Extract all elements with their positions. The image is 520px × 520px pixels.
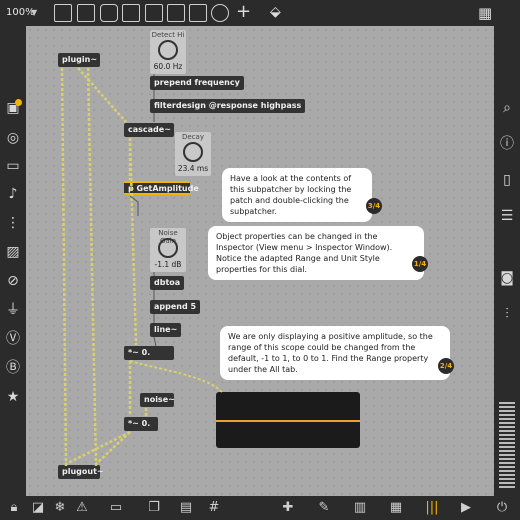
comment-icon[interactable]	[100, 4, 118, 22]
button-icon[interactable]	[145, 4, 163, 22]
meter-bars-icon[interactable]: |||	[424, 500, 440, 516]
columns-icon[interactable]: ▦	[388, 500, 404, 516]
toggle-icon[interactable]	[122, 4, 140, 22]
number-icon[interactable]	[167, 4, 185, 22]
play-icon[interactable]: ▶	[458, 500, 474, 516]
wrench-icon[interactable]: ✎	[316, 500, 332, 516]
plug-icon[interactable]: ⏚	[5, 302, 21, 318]
windows-icon[interactable]: ❐	[146, 500, 162, 516]
right-sidebar: ⌕ ⓘ ▯ ☰ ◙ ⫶	[494, 26, 520, 496]
warning-icon[interactable]: ⚠	[74, 500, 90, 516]
presentation-mode-icon[interactable]: ▭	[108, 500, 124, 516]
paint-icon[interactable]: ⬙	[270, 4, 281, 20]
align-icon[interactable]: ▤	[178, 500, 194, 516]
image-icon[interactable]: ▨	[5, 244, 21, 260]
message-icon[interactable]	[77, 4, 95, 22]
dial-icon[interactable]	[211, 4, 229, 22]
layout-icon[interactable]: ▭	[5, 158, 21, 174]
zoom-chevron-icon[interactable]: ▼	[31, 8, 37, 17]
presentation-icon[interactable]: ⋮	[5, 215, 21, 231]
camera-icon[interactable]: ◙	[499, 270, 515, 286]
note-icon[interactable]: ♪	[5, 186, 21, 202]
edit-icon[interactable]: ◪	[30, 500, 46, 516]
info-icon[interactable]: ⓘ	[499, 136, 515, 152]
new-object-icon[interactable]	[54, 4, 72, 22]
b-icon[interactable]: Ⓑ	[5, 360, 21, 376]
bottom-toolbar: 🔒︎ ◪ ❄ ⚠ ▭ ❐ ▤ # ✚ ✎ ▥ ▦ ||| ▶ ⏻	[0, 496, 520, 520]
target-icon[interactable]: ◎	[5, 130, 21, 146]
link-icon[interactable]: ⊘	[5, 273, 21, 289]
book-icon[interactable]: ▯	[499, 172, 515, 188]
top-toolbar: 100% ▼ + ⬙ ▦	[0, 0, 520, 26]
grid-snap-icon[interactable]: #	[206, 500, 222, 516]
snowflake-icon[interactable]: ❄	[52, 500, 68, 516]
star-icon[interactable]: ★	[5, 389, 21, 405]
search-icon[interactable]: ⌕	[499, 100, 515, 116]
grid-icon[interactable]: ▦	[478, 4, 492, 22]
lock-icon[interactable]: 🔒︎	[6, 500, 22, 516]
slider-icon[interactable]	[189, 4, 207, 22]
add-patch-icon[interactable]: ✚	[280, 500, 296, 516]
v-icon[interactable]: Ⓥ	[5, 331, 21, 347]
list-icon[interactable]: ☰	[499, 208, 515, 224]
sliders-icon[interactable]: ⫶	[499, 306, 515, 322]
badge-dot-icon	[15, 99, 22, 106]
left-sidebar: ▣ ◎ ▭ ♪ ⋮ ▨ ⊘ ⏚ Ⓥ Ⓑ ★	[0, 26, 26, 496]
meter-icon	[499, 402, 515, 488]
power-icon[interactable]: ⏻	[494, 500, 510, 516]
add-icon[interactable]: +	[236, 1, 251, 22]
patch-cords	[60, 67, 223, 467]
keyboard-icon[interactable]: ▥	[352, 500, 368, 516]
